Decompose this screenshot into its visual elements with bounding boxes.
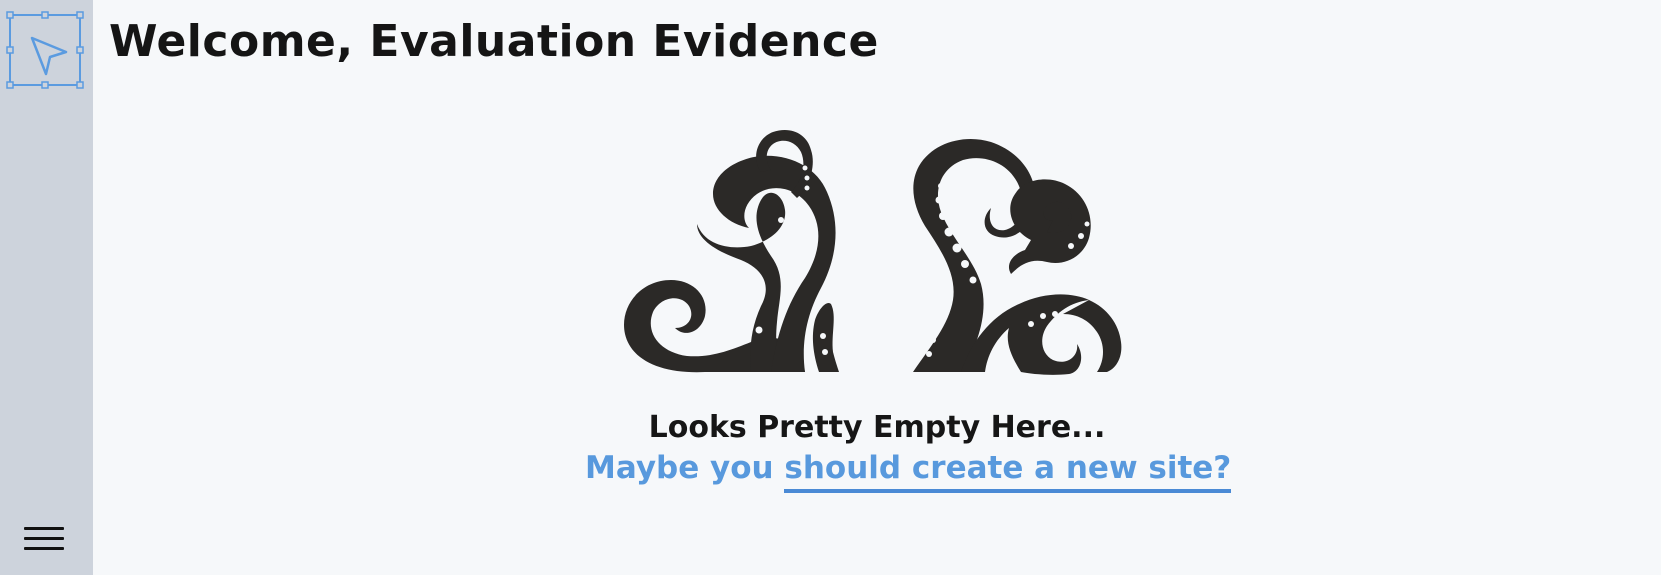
app-window: Welcome, Evaluation Evidence Looks Prett… (0, 0, 1661, 575)
octopus-tentacles-illustration (601, 128, 1153, 376)
main-content: Welcome, Evaluation Evidence Looks Prett… (93, 0, 1661, 575)
create-site-prompt: Maybe you should create a new site? (585, 450, 1232, 493)
cursor-select-icon[interactable] (4, 10, 86, 90)
empty-state-title: Looks Pretty Empty Here... (648, 410, 1106, 445)
sidebar (0, 0, 93, 575)
page-title: Welcome, Evaluation Evidence (109, 16, 879, 67)
prompt-prefix: Maybe you (585, 450, 785, 486)
create-site-link[interactable]: should create a new site? (784, 450, 1232, 493)
hamburger-menu-icon[interactable] (22, 524, 66, 554)
